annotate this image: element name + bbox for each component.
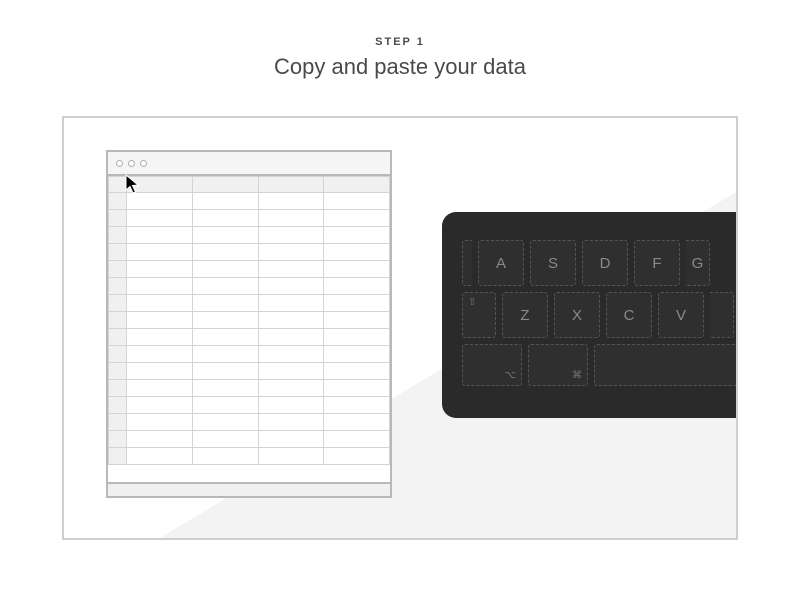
- keyboard-row-3: ⌥ ⌘: [462, 344, 738, 386]
- key-v: V: [658, 292, 704, 338]
- key-a: A: [478, 240, 524, 286]
- spreadsheet-table: [108, 176, 390, 465]
- key-g: G: [686, 240, 710, 286]
- step-label: STEP 1: [0, 36, 800, 48]
- traffic-light-close-icon: [116, 160, 123, 167]
- traffic-light-minimize-icon: [128, 160, 135, 167]
- key-partial-right: [710, 292, 734, 338]
- key-option: ⌥: [462, 344, 522, 386]
- key-partial-left: [462, 240, 472, 286]
- keyboard-row-1: A S D F G: [462, 240, 738, 286]
- keyboard: A S D F G ⇧ Z X C V ⌥ ⌘: [442, 212, 738, 418]
- keyboard-row-2: ⇧ Z X C V: [462, 292, 738, 338]
- spreadsheet-grid: [108, 176, 390, 482]
- option-icon: ⌥: [504, 370, 516, 381]
- command-icon: ⌘: [572, 370, 582, 381]
- key-x: X: [554, 292, 600, 338]
- step-title: Copy and paste your data: [0, 54, 800, 80]
- key-spacebar: [594, 344, 738, 386]
- step-header: STEP 1 Copy and paste your data: [0, 0, 800, 80]
- key-f: F: [634, 240, 680, 286]
- window-titlebar: [108, 152, 390, 176]
- key-shift: ⇧: [462, 292, 496, 338]
- key-command: ⌘: [528, 344, 588, 386]
- shift-icon: ⇧: [468, 297, 476, 308]
- key-d: D: [582, 240, 628, 286]
- spreadsheet-window: [106, 150, 392, 498]
- key-z: Z: [502, 292, 548, 338]
- illustration-stage: A S D F G ⇧ Z X C V ⌥ ⌘: [62, 116, 738, 540]
- key-s: S: [530, 240, 576, 286]
- key-c: C: [606, 292, 652, 338]
- traffic-light-zoom-icon: [140, 160, 147, 167]
- horizontal-scrollbar: [108, 482, 390, 496]
